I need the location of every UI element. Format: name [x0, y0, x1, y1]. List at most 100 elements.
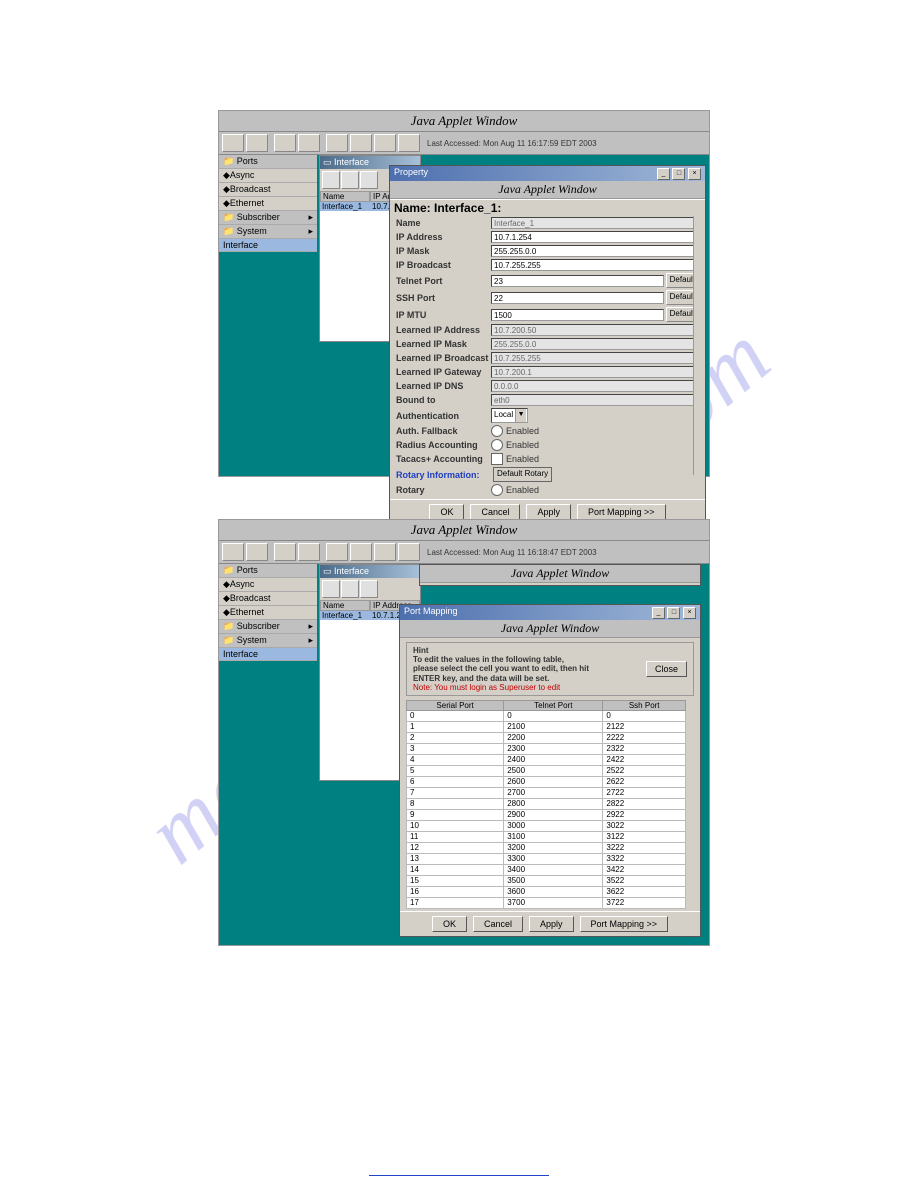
- pm-cell[interactable]: 2722: [603, 787, 686, 798]
- pm-cell[interactable]: 2522: [603, 765, 686, 776]
- cancel-button[interactable]: Cancel: [470, 504, 520, 520]
- toolbar-logs-button[interactable]: [374, 543, 396, 561]
- pm-row[interactable]: 828002822: [407, 798, 686, 809]
- toolbar-default-button[interactable]: [298, 134, 320, 152]
- field-ip[interactable]: 10.7.1.254: [491, 231, 699, 243]
- pm-cell[interactable]: 8: [407, 798, 504, 809]
- pm-cell[interactable]: 3: [407, 743, 504, 754]
- tree-ethernet[interactable]: ◆Ethernet: [219, 606, 317, 620]
- pm-cell[interactable]: 2800: [504, 798, 603, 809]
- pm-cell[interactable]: 0: [603, 710, 686, 721]
- tree-system[interactable]: 📁 System▸: [219, 225, 317, 239]
- apply-button[interactable]: Apply: [526, 504, 571, 520]
- iface-del-button[interactable]: [360, 580, 378, 598]
- pm-row[interactable]: 1737003722: [407, 897, 686, 908]
- pm-cell[interactable]: 2400: [504, 754, 603, 765]
- field-mask[interactable]: 255.255.0.0: [491, 245, 699, 257]
- pm-cell[interactable]: 13: [407, 853, 504, 864]
- pm-cell[interactable]: 3000: [504, 820, 603, 831]
- pm-cell[interactable]: 3422: [603, 864, 686, 875]
- toolbar-help-button[interactable]: [398, 134, 420, 152]
- pm-cell[interactable]: 3100: [504, 831, 603, 842]
- pm-cell[interactable]: 3500: [504, 875, 603, 886]
- pm-cell[interactable]: 14: [407, 864, 504, 875]
- pm-cell[interactable]: 3222: [603, 842, 686, 853]
- field-bcast[interactable]: 10.7.255.255: [491, 259, 699, 271]
- footer-link-underline[interactable]: [369, 1175, 549, 1176]
- tree-ports[interactable]: 📁 Ports: [219, 564, 317, 578]
- toolbar-reboot-button[interactable]: [326, 134, 348, 152]
- pm-cell[interactable]: 0: [407, 710, 504, 721]
- pm-row[interactable]: 1636003622: [407, 886, 686, 897]
- pm-portmapping-button[interactable]: Port Mapping >>: [580, 916, 669, 932]
- pm-cell[interactable]: 12: [407, 842, 504, 853]
- pm-cell[interactable]: 3622: [603, 886, 686, 897]
- radio-radius[interactable]: [491, 439, 503, 451]
- iface-edit-button[interactable]: [341, 171, 359, 189]
- pm-cell[interactable]: 2422: [603, 754, 686, 765]
- minimize-button[interactable]: _: [657, 168, 670, 180]
- pm-cell[interactable]: 3600: [504, 886, 603, 897]
- pm-cell[interactable]: 2: [407, 732, 504, 743]
- pm-col-telnet[interactable]: Telnet Port: [504, 700, 603, 710]
- pm-cell[interactable]: 4: [407, 754, 504, 765]
- pm-row[interactable]: 424002422: [407, 754, 686, 765]
- pm-cell[interactable]: 6: [407, 776, 504, 787]
- select-auth[interactable]: Local: [491, 408, 528, 423]
- pm-cell[interactable]: 7: [407, 787, 504, 798]
- toolbar-default-button[interactable]: [298, 543, 320, 561]
- tree-ethernet[interactable]: ◆Ethernet: [219, 197, 317, 211]
- port-mapping-button[interactable]: Port Mapping >>: [577, 504, 666, 520]
- pm-row[interactable]: 1232003222: [407, 842, 686, 853]
- pm-cell[interactable]: 3400: [504, 864, 603, 875]
- pm-cell[interactable]: 11: [407, 831, 504, 842]
- minimize-button[interactable]: _: [652, 607, 665, 619]
- toolbar-button[interactable]: [246, 543, 268, 561]
- pm-cell[interactable]: 3122: [603, 831, 686, 842]
- pm-cell[interactable]: 2300: [504, 743, 603, 754]
- pm-row[interactable]: 525002522: [407, 765, 686, 776]
- tree-broadcast[interactable]: ◆Broadcast: [219, 592, 317, 606]
- tree-subscriber[interactable]: 📁 Subscriber▸: [219, 211, 317, 225]
- iface-col-name[interactable]: Name: [320, 191, 370, 202]
- toolbar-save-button[interactable]: [274, 543, 296, 561]
- pm-col-ssh[interactable]: Ssh Port: [603, 700, 686, 710]
- pm-ok-button[interactable]: OK: [432, 916, 467, 932]
- toolbar-cli-button[interactable]: [350, 543, 372, 561]
- pm-row[interactable]: 222002222: [407, 732, 686, 743]
- toolbar-logout-button[interactable]: [222, 543, 244, 561]
- toolbar-help-button[interactable]: [398, 543, 420, 561]
- tree-async[interactable]: ◆Async: [219, 578, 317, 592]
- pm-cancel-button[interactable]: Cancel: [473, 916, 523, 932]
- pm-cell[interactable]: 1: [407, 721, 504, 732]
- tree-broadcast[interactable]: ◆Broadcast: [219, 183, 317, 197]
- pm-cell[interactable]: 3322: [603, 853, 686, 864]
- field-mtu[interactable]: 1500: [491, 309, 664, 321]
- pm-cell[interactable]: 2200: [504, 732, 603, 743]
- tree-system[interactable]: 📁 System▸: [219, 634, 317, 648]
- hint-close-button[interactable]: Close: [646, 661, 687, 677]
- default-rotary-button[interactable]: Default Rotary: [493, 467, 552, 482]
- pm-cell[interactable]: 2500: [504, 765, 603, 776]
- iface-col-name[interactable]: Name: [320, 600, 370, 611]
- pm-cell[interactable]: 3200: [504, 842, 603, 853]
- pm-row[interactable]: 121002122: [407, 721, 686, 732]
- pm-row[interactable]: 626002622: [407, 776, 686, 787]
- ok-button[interactable]: OK: [429, 504, 464, 520]
- close-button[interactable]: ×: [688, 168, 701, 180]
- field-ssh[interactable]: 22: [491, 292, 664, 304]
- pm-cell[interactable]: 2222: [603, 732, 686, 743]
- pm-cell[interactable]: 2922: [603, 809, 686, 820]
- iface-new-button[interactable]: [322, 580, 340, 598]
- pm-cell[interactable]: 3522: [603, 875, 686, 886]
- pm-cell[interactable]: 15: [407, 875, 504, 886]
- toolbar-save-button[interactable]: [274, 134, 296, 152]
- radio-authfb[interactable]: [491, 425, 503, 437]
- pm-cell[interactable]: 2600: [504, 776, 603, 787]
- toolbar-reboot-button[interactable]: [326, 543, 348, 561]
- pm-cell[interactable]: 17: [407, 897, 504, 908]
- pm-apply-button[interactable]: Apply: [529, 916, 574, 932]
- pm-row[interactable]: 1333003322: [407, 853, 686, 864]
- pm-cell[interactable]: 2700: [504, 787, 603, 798]
- radio-rotary[interactable]: [491, 484, 503, 496]
